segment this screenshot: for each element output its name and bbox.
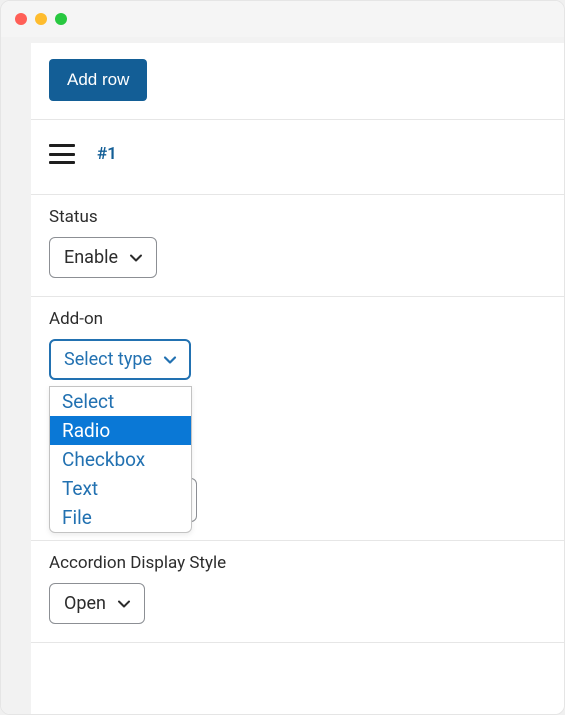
addon-value: Select type bbox=[64, 349, 152, 370]
chevron-down-icon bbox=[116, 596, 132, 612]
add-row-button[interactable]: Add row bbox=[49, 59, 147, 101]
chevron-down-icon bbox=[128, 250, 144, 266]
status-value: Enable bbox=[64, 247, 118, 268]
row-header: #1 bbox=[31, 120, 565, 194]
window-titlebar bbox=[1, 1, 564, 37]
settings-panel: Add row #1 Status Enable bbox=[31, 43, 565, 715]
addon-select[interactable]: Select type bbox=[49, 339, 191, 380]
addon-option-file[interactable]: File bbox=[50, 503, 191, 532]
status-field: Status Enable bbox=[31, 195, 565, 296]
addon-label: Add-on bbox=[49, 309, 548, 329]
accordion-label: Accordion Display Style bbox=[49, 553, 548, 573]
divider bbox=[31, 642, 565, 643]
accordion-field: Accordion Display Style Open bbox=[31, 541, 565, 642]
top-section: Add row bbox=[31, 43, 565, 119]
addon-option-radio[interactable]: Radio bbox=[50, 416, 191, 445]
addon-field: Add-on Select type Select Radio Checkbox… bbox=[31, 297, 565, 398]
addon-option-checkbox[interactable]: Checkbox bbox=[50, 445, 191, 474]
accordion-select[interactable]: Open bbox=[49, 583, 145, 624]
close-window-button[interactable] bbox=[15, 13, 27, 25]
content-area: Add row #1 Status Enable bbox=[1, 37, 564, 715]
row-title: #1 bbox=[97, 144, 117, 164]
addon-dropdown: Select Radio Checkbox Text File bbox=[49, 386, 192, 533]
chevron-down-icon bbox=[162, 352, 178, 368]
drag-handle-icon[interactable] bbox=[49, 144, 75, 164]
addon-option-select[interactable]: Select bbox=[50, 387, 191, 416]
status-select[interactable]: Enable bbox=[49, 237, 157, 278]
addon-option-text[interactable]: Text bbox=[50, 474, 191, 503]
minimize-window-button[interactable] bbox=[35, 13, 47, 25]
app-window: Add row #1 Status Enable bbox=[0, 0, 565, 715]
status-label: Status bbox=[49, 207, 548, 227]
maximize-window-button[interactable] bbox=[55, 13, 67, 25]
accordion-value: Open bbox=[64, 593, 106, 614]
